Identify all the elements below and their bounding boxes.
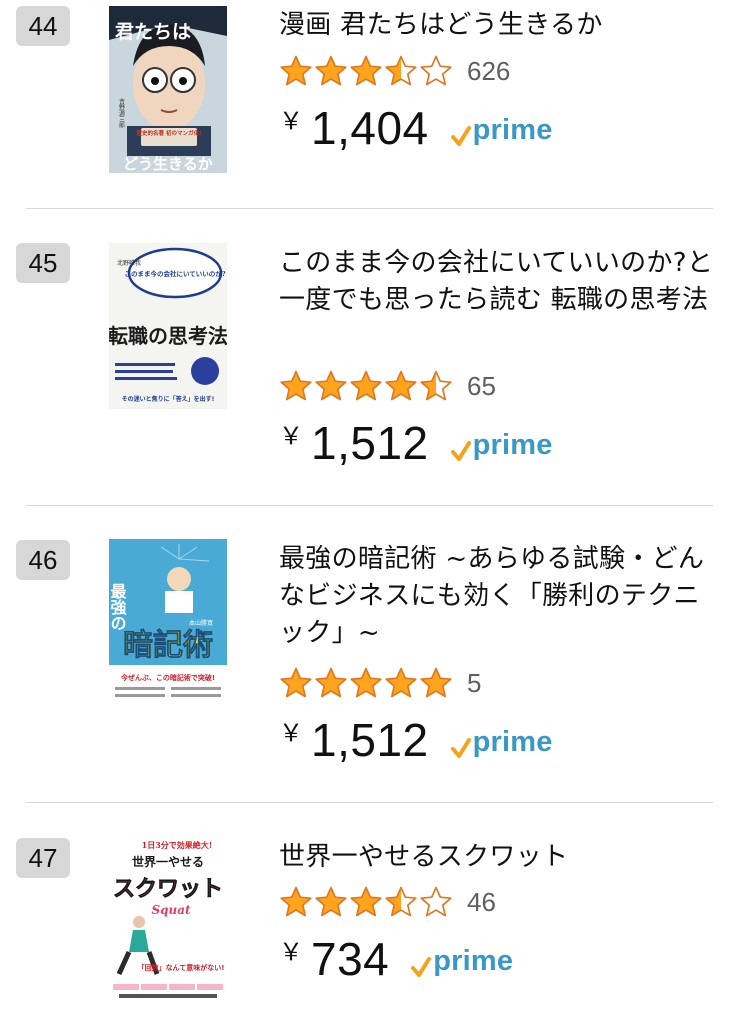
review-count[interactable]: 626 [467,56,510,87]
review-count[interactable]: 5 [467,668,481,699]
book-cover-thumbnail[interactable]: 最強の 本山勝寛 暗記術 今ぜんぶ、この暗記術で突破! [109,539,227,707]
stars [279,369,453,403]
cover-author-text: 北野唯我 [117,259,141,267]
cover-script-text: Squat [151,903,191,917]
star-full-icon [315,667,347,698]
prime-badge: prime [411,945,513,978]
prime-label: prime [433,944,514,977]
price-row: ￥ 1,404 prime [279,100,553,156]
price-row: ￥ 734 prime [279,931,513,987]
stars [279,666,453,700]
prime-check-icon [450,440,471,461]
stars [279,54,453,88]
star-rating[interactable]: 65 [279,369,496,403]
cover-band-text: 歴史的名著 初のマンガ化! [137,129,202,137]
star-rating[interactable]: 5 [279,666,481,700]
cover-main-text: 転職の思考法 [109,324,227,348]
review-count[interactable]: 46 [467,887,496,918]
book-cover-thumbnail[interactable]: 歴史的名著 初のマンガ化! 君たちは どう生きるか 吉野源三郎 [109,6,227,173]
review-count[interactable]: 65 [467,371,496,402]
book-cover-thumbnail[interactable]: 1日3分で効果絶大! 世界一やせる スクワット Squat 「回数」なんて意味が… [109,834,227,1002]
star-empty-icon [420,55,452,86]
prime-badge: prime [450,113,553,147]
divider [26,208,713,209]
price-row: ￥ 1,512 prime [279,415,553,471]
star-half-icon [385,55,417,86]
cover-band-text: その迷いと焦りに「答え」を出す! [122,395,215,403]
currency-symbol: ￥ [279,938,303,966]
price-row: ￥ 1,512 prime [279,712,553,768]
star-half-icon [385,886,417,917]
stars [279,885,453,919]
star-full-icon [315,370,347,401]
star-full-icon [350,55,382,86]
book-cover-art: このまま今の会社にいていいのか? 北野唯我 転職の思考法 その迷いと焦りに「答え… [109,243,227,409]
price-amount: 1,404 [311,102,429,154]
star-full-icon [350,370,382,401]
price-amount: 1,512 [311,417,429,469]
rank-badge: 44 [16,6,70,46]
book-cover-art: 1日3分で効果絶大! 世界一やせる スクワット Squat 「回数」なんて意味が… [109,834,227,1002]
product-title[interactable]: 世界一やせるスクワット [279,839,719,876]
cover-title-text: 君たちは [115,21,191,43]
cover-author-text: 吉野源三郎 [118,98,125,129]
rank-badge: 47 [16,838,70,878]
rank-badge: 45 [16,243,70,283]
prime-label: prime [472,113,553,146]
cover-band-text: 「回数」なんて意味がない! [138,963,225,972]
star-full-icon [315,55,347,86]
star-half-icon [420,370,452,401]
star-full-icon [280,886,312,917]
currency-symbol: ￥ [279,107,303,135]
star-full-icon [385,370,417,401]
currency-symbol: ￥ [279,422,303,450]
star-full-icon [350,886,382,917]
prime-badge: prime [450,725,553,759]
cover-top-text: 最強の [109,583,127,631]
rank-badge: 46 [16,540,70,580]
currency-symbol: ￥ [279,719,303,747]
cover-bubble-text: このまま今の会社にいていいのか? [124,269,225,278]
divider [26,505,713,506]
cover-bottom-text: どう生きるか [123,155,213,173]
price-amount: 1,512 [311,714,429,766]
cover-band-text: 今ぜんぶ、この暗記術で突破! [120,673,215,682]
prime-check-icon [450,737,471,758]
cover-top-text: 1日3分で効果絶大! [142,840,213,850]
product-title[interactable]: 最強の暗記術 ~あらゆる試験・どんなビジネスにも効く「勝利のテクニック」~ [279,541,719,652]
star-full-icon [315,886,347,917]
cover-main-text: スクワット [113,877,223,902]
book-cover-thumbnail[interactable]: このまま今の会社にいていいのか? 北野唯我 転職の思考法 その迷いと焦りに「答え… [109,243,227,409]
cover-author-text: 本山勝寛 [189,619,213,627]
prime-label: prime [472,725,553,758]
star-full-icon [280,370,312,401]
star-rating[interactable]: 46 [279,885,496,919]
star-full-icon [280,667,312,698]
product-title[interactable]: このまま今の会社にいていいのか?と一度でも思ったら読む 転職の思考法 [279,245,719,319]
star-full-icon [280,55,312,86]
star-rating[interactable]: 626 [279,54,510,88]
prime-badge: prime [450,428,553,462]
product-title[interactable]: 漫画 君たちはどう生きるか [279,7,719,44]
price-amount: 734 [311,933,390,985]
cover-sub-text: 世界一やせる [132,854,204,869]
book-cover-art: 最強の 本山勝寛 暗記術 今ぜんぶ、この暗記術で突破! [109,539,227,707]
star-full-icon [350,667,382,698]
divider [26,802,713,803]
star-empty-icon [420,886,452,917]
star-full-icon [385,667,417,698]
prime-check-icon [450,125,471,146]
prime-check-icon [411,956,432,977]
prime-label: prime [472,428,553,461]
book-cover-art: 歴史的名著 初のマンガ化! 君たちは どう生きるか 吉野源三郎 [109,6,227,173]
star-full-icon [420,667,452,698]
cover-main-text: 暗記術 [123,628,213,663]
